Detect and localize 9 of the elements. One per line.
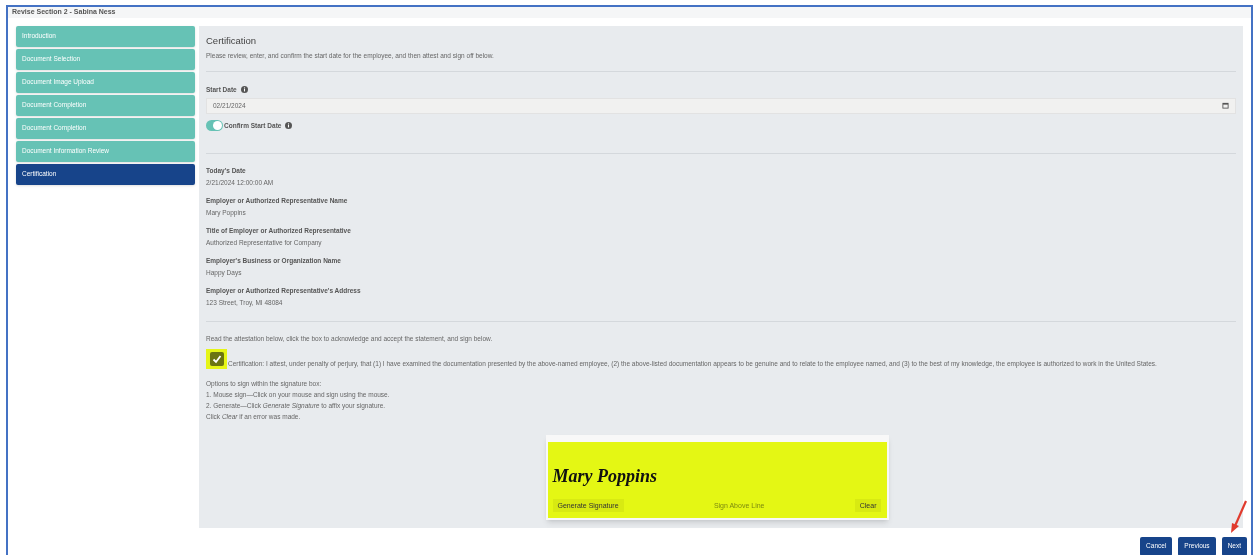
attestation-checkbox[interactable] [206, 348, 227, 369]
info-icon [285, 121, 293, 129]
info-icon [240, 85, 248, 93]
calendar-icon[interactable] [1222, 102, 1229, 109]
confirm-toggle[interactable] [206, 119, 223, 131]
signature-text: Mary Poppins [552, 464, 658, 488]
annotation-arrow [1229, 500, 1249, 534]
check-icon [211, 353, 222, 364]
section-title: Certification [206, 35, 258, 45]
